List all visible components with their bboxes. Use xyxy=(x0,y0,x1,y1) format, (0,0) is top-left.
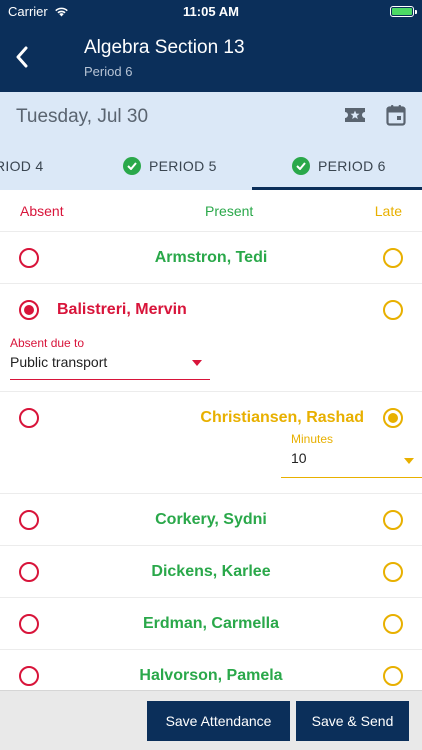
status-bar: Carrier 11:05 AM xyxy=(0,0,422,22)
absent-radio[interactable] xyxy=(19,300,39,320)
late-radio[interactable] xyxy=(383,561,403,582)
present-header: Present xyxy=(205,202,254,219)
student-name[interactable]: Christiansen, Rashad xyxy=(200,409,364,427)
tab-label: RIOD 4 xyxy=(0,158,44,174)
absent-reason-select[interactable]: Absent due to Public transport xyxy=(10,336,210,380)
absent-reason-panel: Absent due to Public transport xyxy=(0,336,422,392)
check-circle-icon xyxy=(123,157,141,175)
back-button[interactable] xyxy=(0,35,44,79)
student-name[interactable]: Armstron, Tedi xyxy=(0,249,422,267)
late-minutes-label: Minutes xyxy=(291,432,334,446)
late-radio[interactable] xyxy=(383,300,403,320)
page-title: Algebra Section 13 xyxy=(84,37,245,58)
battery-icon xyxy=(390,5,417,17)
column-header: Absent Present Late xyxy=(0,190,422,232)
absent-reason-value: Public transport xyxy=(10,354,108,370)
check-circle-icon xyxy=(292,157,310,175)
ticket-star-icon[interactable] xyxy=(344,107,366,128)
late-minutes-value: 10 xyxy=(291,450,307,466)
chevron-left-icon xyxy=(16,46,28,68)
student-row: Dickens, Karlee xyxy=(0,546,422,598)
student-name[interactable]: Halvorson, Pamela xyxy=(0,667,422,685)
tab-period-5[interactable]: PERIOD 5 xyxy=(123,142,217,190)
late-radio[interactable] xyxy=(383,613,403,634)
tab-period-6[interactable]: PERIOD 6 xyxy=(252,142,422,190)
calendar-icon[interactable] xyxy=(386,104,406,131)
nav-bar: Algebra Section 13 Period 6 xyxy=(0,22,422,92)
date-label: Tuesday, Jul 30 xyxy=(16,106,149,127)
absent-reason-label: Absent due to xyxy=(10,336,85,350)
student-name[interactable]: Dickens, Karlee xyxy=(0,563,422,581)
period-tabs: RIOD 4 PERIOD 5 PERIOD 6 xyxy=(0,142,422,190)
late-radio[interactable] xyxy=(383,509,403,530)
late-minutes-panel: Minutes 10 xyxy=(0,432,422,494)
tab-label: PERIOD 5 xyxy=(149,158,217,174)
action-bar: Save Attendance Save & Send xyxy=(0,690,422,750)
student-name[interactable]: Erdman, Carmella xyxy=(0,615,422,633)
late-radio[interactable] xyxy=(383,665,403,686)
late-radio[interactable] xyxy=(383,247,403,268)
student-row: Armstron, Tedi xyxy=(0,232,422,284)
late-header: Late xyxy=(374,202,402,219)
late-minutes-select[interactable]: Minutes 10 xyxy=(281,432,422,478)
wifi-icon xyxy=(54,7,68,16)
tab-period-4[interactable]: RIOD 4 xyxy=(0,142,43,190)
dropdown-arrow-icon xyxy=(404,458,414,464)
student-row: Corkery, Sydni xyxy=(0,494,422,546)
absent-header: Absent xyxy=(20,202,64,219)
page-subtitle: Period 6 xyxy=(84,64,133,79)
late-radio[interactable] xyxy=(383,408,403,428)
student-row: Erdman, Carmella xyxy=(0,598,422,650)
save-send-button[interactable]: Save & Send xyxy=(296,700,409,741)
dropdown-arrow-icon xyxy=(192,360,202,366)
tab-label: PERIOD 6 xyxy=(318,158,386,174)
student-name[interactable]: Corkery, Sydni xyxy=(0,511,422,529)
absent-radio[interactable] xyxy=(19,408,39,428)
carrier-label: Carrier xyxy=(8,3,48,19)
save-attendance-button[interactable]: Save Attendance xyxy=(147,700,290,741)
student-row: Balistreri, Mervin xyxy=(0,284,422,336)
date-bar: Tuesday, Jul 30 xyxy=(0,92,422,142)
student-name[interactable]: Balistreri, Mervin xyxy=(57,301,187,319)
